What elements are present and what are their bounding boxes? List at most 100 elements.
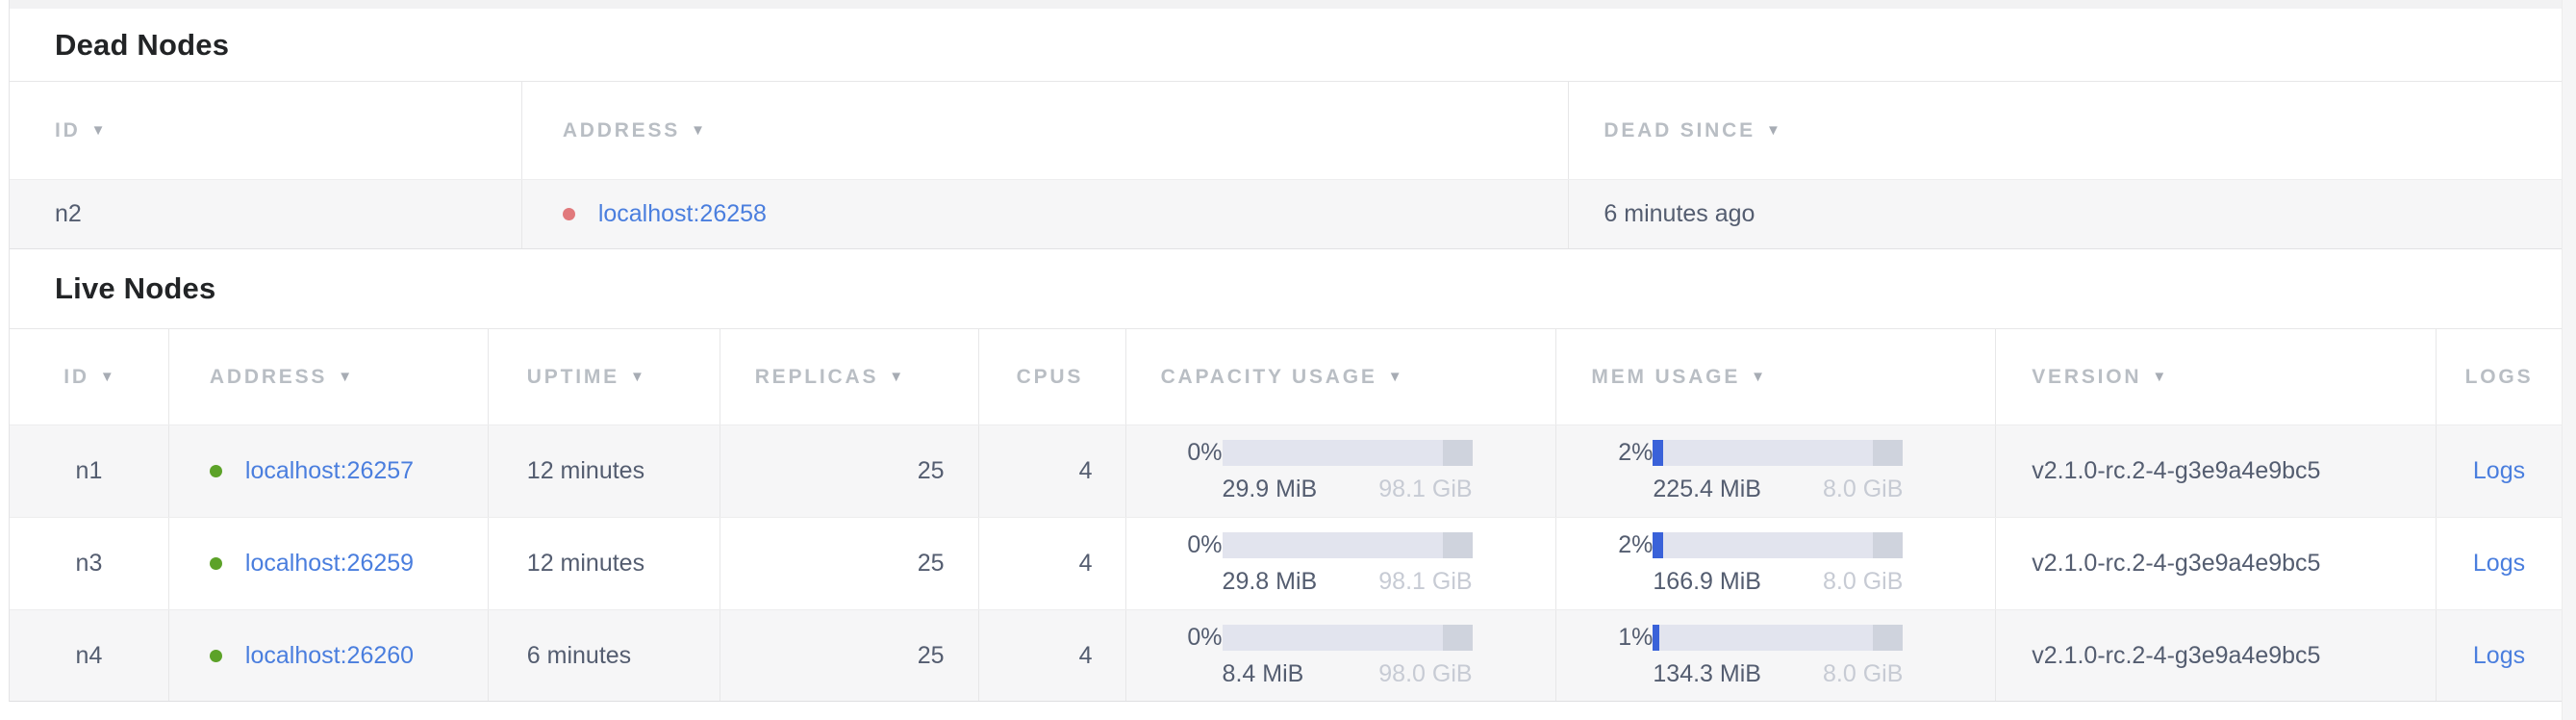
cell-cpus: 4 xyxy=(979,610,1126,701)
cell-node-id: n3 xyxy=(10,518,169,609)
cell-capacity-usage: 0% 29.9 MiB 98.1 GiB xyxy=(1126,425,1557,517)
usage-percent: 0% xyxy=(1165,439,1223,467)
cell-version: v2.1.0-rc.2-4-g3e9a4e9bc5 xyxy=(1996,518,2437,609)
page-scroll-gutter[interactable] xyxy=(2562,0,2576,720)
nodes-overview-page: Dead Nodes ID ▼ ADDRESS ▼ DEAD SINCE ▼ n… xyxy=(0,0,2576,720)
column-header-address[interactable]: ADDRESS ▼ xyxy=(169,329,489,424)
usage-bar-fill xyxy=(1653,625,1659,651)
usage-bar-capacity-segment xyxy=(1443,532,1473,558)
usage-total-value: 98.1 GiB xyxy=(1378,568,1472,596)
sort-desc-icon: ▼ xyxy=(1751,369,1765,385)
column-header-address[interactable]: ADDRESS ▼ xyxy=(522,82,1570,179)
live-nodes-header-row: ID ▼ ADDRESS ▼ UPTIME ▼ REPLICAS ▼ CPUS xyxy=(10,328,2562,424)
live-status-dot-icon xyxy=(210,650,222,662)
column-header-label: CAPACITY USAGE xyxy=(1161,366,1377,389)
sort-desc-icon: ▼ xyxy=(1766,122,1780,139)
live-node-row: n3 localhost:26259 12 minutes 25 4 0% xyxy=(10,517,2562,609)
dead-nodes-section: Dead Nodes ID ▼ ADDRESS ▼ DEAD SINCE ▼ n… xyxy=(10,9,2562,249)
live-status-dot-icon xyxy=(210,557,222,570)
live-node-row: n4 localhost:26260 6 minutes 25 4 0% xyxy=(10,609,2562,702)
usage-bar-fill xyxy=(1653,532,1663,558)
cell-capacity-usage: 0% 29.8 MiB 98.1 GiB xyxy=(1126,518,1557,609)
usage-bar-capacity-segment xyxy=(1443,625,1473,651)
column-header-label: ADDRESS xyxy=(563,119,680,142)
usage-bar-capacity-segment xyxy=(1873,440,1903,466)
cell-version: v2.1.0-rc.2-4-g3e9a4e9bc5 xyxy=(1996,425,2437,517)
column-header-dead-since[interactable]: DEAD SINCE ▼ xyxy=(1569,82,2562,179)
node-address-link[interactable]: localhost:26258 xyxy=(598,200,767,228)
usage-used-value: 29.8 MiB xyxy=(1223,568,1318,596)
cell-node-address: localhost:26257 xyxy=(169,425,489,517)
logs-link[interactable]: Logs xyxy=(2473,457,2525,485)
usage-bar xyxy=(1223,532,1473,558)
node-address-link[interactable]: localhost:26257 xyxy=(245,457,414,485)
cell-replicas: 25 xyxy=(720,425,979,517)
live-node-row: n1 localhost:26257 12 minutes 25 4 0% xyxy=(10,424,2562,517)
cell-node-id: n4 xyxy=(10,610,169,701)
usage-used-value: 166.9 MiB xyxy=(1653,568,1761,596)
logs-link[interactable]: Logs xyxy=(2473,550,2525,578)
cell-mem-usage: 1% 134.3 MiB 8.0 GiB xyxy=(1556,610,1996,701)
column-header-label: DEAD SINCE xyxy=(1604,119,1755,142)
cell-logs: Logs xyxy=(2437,518,2562,609)
usage-bar xyxy=(1653,625,1903,651)
column-header-replicas[interactable]: REPLICAS ▼ xyxy=(720,329,979,424)
nodes-overview-content: Dead Nodes ID ▼ ADDRESS ▼ DEAD SINCE ▼ n… xyxy=(9,0,2562,702)
usage-total-value: 98.0 GiB xyxy=(1378,660,1472,688)
column-header-label: REPLICAS xyxy=(755,366,879,389)
cell-replicas: 25 xyxy=(720,610,979,701)
column-header-label: ID xyxy=(55,119,81,142)
sort-desc-icon: ▼ xyxy=(91,122,106,139)
cell-version: v2.1.0-rc.2-4-g3e9a4e9bc5 xyxy=(1996,610,2437,701)
column-header-label: UPTIME xyxy=(527,366,619,389)
usage-bar-capacity-segment xyxy=(1443,440,1473,466)
cell-replicas: 25 xyxy=(720,518,979,609)
column-header-version[interactable]: VERSION ▼ xyxy=(1996,329,2437,424)
cell-node-address: localhost:26259 xyxy=(169,518,489,609)
cell-node-id: n1 xyxy=(10,425,169,517)
usage-bar-capacity-segment xyxy=(1873,532,1903,558)
usage-total-value: 8.0 GiB xyxy=(1823,476,1903,503)
usage-bar xyxy=(1223,625,1473,651)
column-header-id[interactable]: ID ▼ xyxy=(10,329,169,424)
usage-bar-capacity-segment xyxy=(1873,625,1903,651)
cell-dead-since: 6 minutes ago xyxy=(1569,180,2562,248)
node-address-link[interactable]: localhost:26260 xyxy=(245,642,414,670)
cell-uptime: 12 minutes xyxy=(489,425,720,517)
column-header-label: VERSION xyxy=(2032,366,2141,389)
sort-desc-icon: ▼ xyxy=(338,369,352,385)
column-header-cpus: CPUS xyxy=(979,329,1126,424)
usage-bar xyxy=(1653,532,1903,558)
top-edge-strip xyxy=(10,0,2562,9)
cell-node-address: localhost:26258 xyxy=(522,180,1570,248)
sort-desc-icon: ▼ xyxy=(100,369,114,385)
cell-node-address: localhost:26260 xyxy=(169,610,489,701)
capacity-usage-widget: 0% 29.9 MiB 98.1 GiB xyxy=(1165,439,1503,503)
usage-percent: 2% xyxy=(1595,531,1653,559)
live-nodes-title: Live Nodes xyxy=(10,249,2562,328)
cell-cpus: 4 xyxy=(979,518,1126,609)
column-header-label: ADDRESS xyxy=(210,366,327,389)
usage-used-value: 8.4 MiB xyxy=(1223,660,1304,688)
usage-used-value: 225.4 MiB xyxy=(1653,476,1761,503)
mem-usage-widget: 2% 225.4 MiB 8.0 GiB xyxy=(1595,439,1941,503)
usage-total-value: 8.0 GiB xyxy=(1823,660,1903,688)
sort-desc-icon: ▼ xyxy=(889,369,903,385)
dead-nodes-header-row: ID ▼ ADDRESS ▼ DEAD SINCE ▼ xyxy=(10,81,2562,179)
usage-percent: 2% xyxy=(1595,439,1653,467)
cell-node-id: n2 xyxy=(10,180,522,248)
column-header-uptime[interactable]: UPTIME ▼ xyxy=(489,329,720,424)
dead-status-dot-icon xyxy=(563,208,575,220)
cell-logs: Logs xyxy=(2437,610,2562,701)
column-header-mem-usage[interactable]: MEM USAGE ▼ xyxy=(1556,329,1996,424)
logs-link[interactable]: Logs xyxy=(2473,642,2525,670)
mem-usage-widget: 2% 166.9 MiB 8.0 GiB xyxy=(1595,531,1941,596)
column-header-capacity-usage[interactable]: CAPACITY USAGE ▼ xyxy=(1126,329,1557,424)
column-header-id[interactable]: ID ▼ xyxy=(10,82,522,179)
dead-nodes-title: Dead Nodes xyxy=(10,9,2562,81)
column-header-label: ID xyxy=(63,366,89,389)
live-nodes-section: Live Nodes ID ▼ ADDRESS ▼ UPTIME ▼ REPLI… xyxy=(10,249,2562,702)
cell-capacity-usage: 0% 8.4 MiB 98.0 GiB xyxy=(1126,610,1557,701)
node-address-link[interactable]: localhost:26259 xyxy=(245,550,414,578)
capacity-usage-widget: 0% 8.4 MiB 98.0 GiB xyxy=(1165,624,1503,688)
